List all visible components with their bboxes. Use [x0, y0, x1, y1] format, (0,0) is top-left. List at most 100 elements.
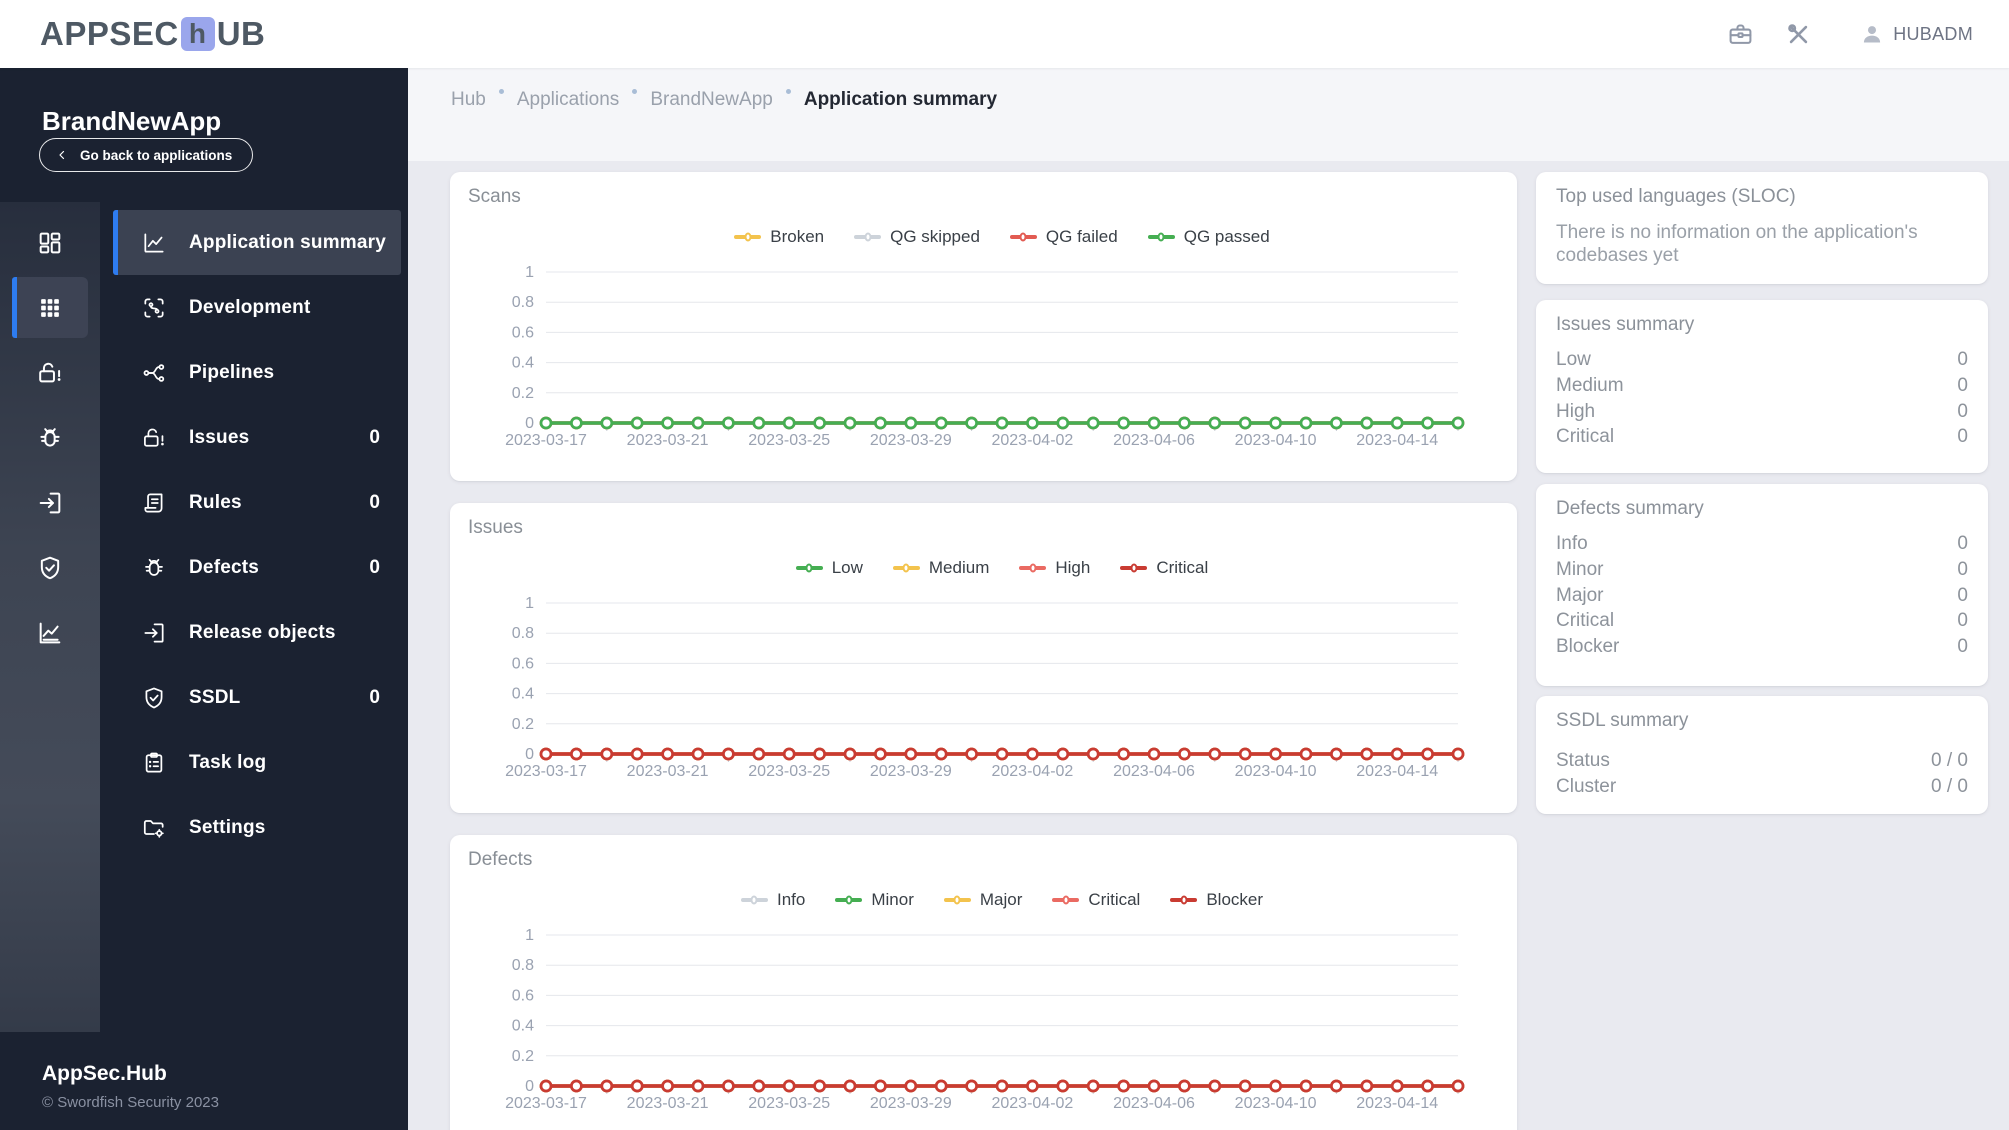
- sidebar-item-issues[interactable]: Issues 0: [100, 405, 408, 470]
- legend-label: Critical: [1088, 890, 1141, 909]
- logo-prefix: APPSEC: [40, 15, 179, 52]
- breadcrumb-hub[interactable]: Hub: [451, 89, 486, 111]
- sidebar-item-label: Defects: [189, 556, 260, 578]
- svg-text:2023-03-25: 2023-03-25: [748, 1095, 830, 1112]
- svg-text:2023-04-14: 2023-04-14: [1356, 432, 1438, 449]
- svg-text:1: 1: [525, 927, 534, 944]
- lock-open-alert-icon: [141, 425, 167, 451]
- svg-text:2023-04-02: 2023-04-02: [991, 432, 1073, 449]
- user-name: HUBADM: [1893, 23, 1973, 44]
- user-menu[interactable]: HUBADM: [1859, 21, 1973, 47]
- legend-item[interactable]: Minor: [835, 890, 914, 910]
- svg-text:0.4: 0.4: [512, 355, 534, 372]
- legend-marker-icon: [734, 232, 762, 242]
- summary-label: Cluster: [1556, 775, 1617, 797]
- sidebar-item-task-log[interactable]: Task log: [100, 730, 408, 795]
- legend-item[interactable]: Critical: [1120, 558, 1208, 578]
- summary-row: Minor 0: [1556, 557, 1968, 583]
- chart-line-icon: [141, 230, 167, 256]
- chart-legend: Broken QG skipped QG failed QG passed: [546, 222, 1458, 252]
- breadcrumb-brandnewapp[interactable]: BrandNewApp: [650, 89, 773, 111]
- svg-text:2023-04-02: 2023-04-02: [991, 1095, 1073, 1112]
- summary-label: High: [1556, 400, 1596, 422]
- ssdl-summary-card: SSDL summary Status 0 / 0 Cluster 0 / 0: [1536, 696, 1988, 814]
- development-icon: [141, 295, 167, 321]
- appsechub-logo[interactable]: APPSEC h UB: [40, 15, 265, 53]
- legend-item[interactable]: High: [1019, 558, 1090, 578]
- rail-item-defects[interactable]: [0, 405, 100, 470]
- legend-item[interactable]: Blocker: [1170, 890, 1263, 910]
- tools-icon[interactable]: [1783, 19, 1813, 49]
- summary-label: Major: [1556, 584, 1604, 606]
- sidebar-item-label: SSDL: [189, 686, 241, 708]
- legend-item[interactable]: Major: [943, 890, 1022, 910]
- sidebar-item-count: 0: [369, 491, 380, 513]
- sidebar-item-settings[interactable]: Settings: [100, 795, 408, 860]
- legend-item[interactable]: Critical: [1052, 890, 1140, 910]
- user-icon: [1864, 26, 1881, 43]
- legend-item[interactable]: Low: [795, 558, 863, 578]
- chart-title: Defects: [468, 849, 533, 870]
- sidebar-item-label: Rules: [189, 491, 242, 513]
- legend-item[interactable]: QG passed: [1147, 227, 1270, 247]
- sidebar-item-ssdl[interactable]: SSDL 0: [100, 665, 408, 730]
- svg-text:0.4: 0.4: [512, 1018, 534, 1035]
- summary-value: 0: [1957, 610, 1968, 632]
- sidebar-item-development[interactable]: Development: [100, 275, 408, 340]
- sidebar-item-release-objects[interactable]: Release objects: [100, 600, 408, 665]
- legend-item[interactable]: Broken: [734, 227, 824, 247]
- summary-row: Critical 0: [1556, 608, 1968, 634]
- rail-item-applications[interactable]: [0, 275, 100, 340]
- legend-label: Medium: [928, 558, 990, 577]
- logo-suffix: UB: [216, 15, 266, 52]
- legend-marker-icon: [835, 895, 863, 905]
- sidebar-item-pipelines[interactable]: Pipelines: [100, 340, 408, 405]
- legend-item[interactable]: Info: [740, 890, 806, 910]
- sidebar-item-rules[interactable]: Rules 0: [100, 470, 408, 535]
- svg-text:0.2: 0.2: [512, 716, 534, 733]
- pipelines-icon: [141, 360, 167, 386]
- rail-item-analytics[interactable]: [0, 600, 100, 665]
- summary-value: 0: [1957, 400, 1968, 422]
- dashboard-icon: [39, 232, 61, 253]
- legend-label: Critical: [1156, 558, 1209, 577]
- sidebar-item-defects[interactable]: Defects 0: [100, 535, 408, 600]
- rail-item-release-objects[interactable]: [0, 470, 100, 535]
- svg-text:2023-04-10: 2023-04-10: [1235, 432, 1317, 449]
- legend-label: Blocker: [1206, 890, 1264, 909]
- bug-icon: [141, 555, 167, 581]
- sidebar-item-application-summary[interactable]: Application summary: [113, 210, 401, 275]
- rail-item-issues[interactable]: [0, 340, 100, 405]
- legend-item[interactable]: QG skipped: [854, 227, 980, 247]
- task-log-icon: [141, 750, 167, 776]
- summary-label: Critical: [1556, 610, 1615, 632]
- svg-text:2023-03-29: 2023-03-29: [870, 432, 952, 449]
- svg-text:2023-03-25: 2023-03-25: [748, 432, 830, 449]
- go-back-button[interactable]: Go back to applications: [39, 138, 254, 172]
- summary-row: Blocker 0: [1556, 634, 1968, 660]
- svg-text:2023-04-06: 2023-04-06: [1113, 432, 1195, 449]
- legend-label: Info: [776, 890, 806, 909]
- summary-label: Medium: [1556, 374, 1624, 396]
- legend-label: Broken: [770, 227, 825, 246]
- svg-text:0.6: 0.6: [512, 324, 534, 341]
- legend-item[interactable]: QG failed: [1009, 227, 1118, 247]
- logo-tile-letter: h: [188, 18, 207, 49]
- sidebar: BrandNewApp Go back to applications Appl…: [0, 68, 408, 1130]
- svg-text:0: 0: [525, 1078, 534, 1095]
- scans-chart-card: 1 0.8 0.6 0.4 0.2 0 2023-03-17 2023-03-21 2023-0…: [450, 172, 1517, 481]
- svg-text:0.6: 0.6: [512, 987, 534, 1004]
- briefcase-icon[interactable]: [1725, 19, 1755, 49]
- legend-marker-icon: [1009, 232, 1037, 242]
- summary-label: Critical: [1556, 426, 1615, 448]
- logo-h-tile: h: [180, 17, 215, 51]
- rail-item-dashboard[interactable]: [0, 210, 100, 275]
- breadcrumb-current: Application summary: [803, 89, 998, 110]
- rail-item-ssdl[interactable]: [0, 535, 100, 600]
- legend-item[interactable]: Medium: [892, 558, 990, 578]
- breadcrumb: Hub Applications BrandNewApp Application…: [408, 68, 2009, 161]
- breadcrumb-applications[interactable]: Applications: [517, 89, 619, 111]
- svg-text:2023-04-06: 2023-04-06: [1113, 1095, 1195, 1112]
- panel-title: Top used languages (SLOC): [1556, 186, 1796, 207]
- svg-text:2023-04-02: 2023-04-02: [991, 763, 1073, 780]
